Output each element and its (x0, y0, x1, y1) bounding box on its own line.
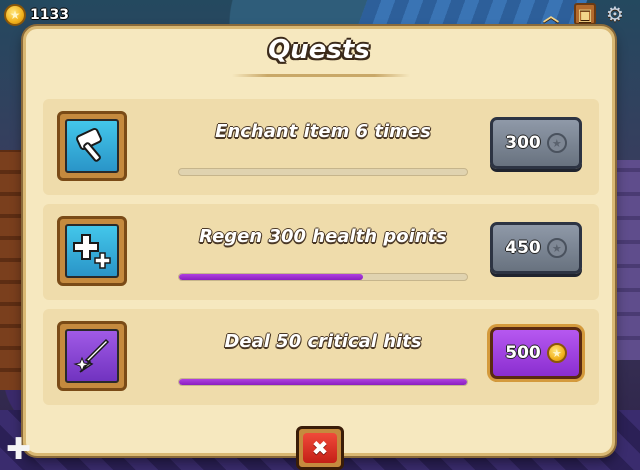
background-wood-right (612, 160, 640, 360)
quest-row: Regen 300 health points 450 ★ (43, 204, 599, 300)
star-coin-icon: ★ (546, 133, 567, 153)
hammer-icon (65, 119, 119, 173)
quest-row: Deal 50 critical hits 500 ★ (43, 309, 599, 405)
quest-icon-frame (57, 216, 127, 286)
quest-icon-frame (57, 321, 127, 391)
quest-description: Enchant item 6 times (215, 121, 431, 142)
coin-count: 1133 (30, 7, 69, 23)
claim-reward-button[interactable]: 500 ★ (490, 327, 582, 379)
close-icon: ✖ (303, 433, 337, 463)
reward-amount: 450 (505, 238, 541, 258)
coin-counter: ★ 1133 (4, 2, 70, 28)
reward-amount: 500 (505, 343, 541, 363)
quest-progress-fill (179, 274, 364, 280)
chest-icon[interactable]: ▣ (574, 3, 596, 25)
quest-progress-bar (178, 168, 468, 176)
title-divider (232, 74, 410, 77)
star-coin-icon: ★ (546, 238, 567, 258)
quest-description: Regen 300 health points (199, 226, 447, 247)
quest-progress-bar (178, 378, 468, 386)
reward-amount: 300 (505, 133, 541, 153)
quests-panel: Quests Enchant item 6 times 300 ★ Regen … (23, 26, 615, 456)
close-button[interactable]: ✖ (296, 426, 344, 470)
star-coin-icon: ★ (546, 343, 567, 363)
quest-row: Enchant item 6 times 300 ★ (43, 99, 599, 195)
plus-icon: ✚ (6, 432, 32, 467)
quest-progress-fill (179, 379, 467, 385)
quest-description: Deal 50 critical hits (224, 331, 422, 352)
health-plus-icon (65, 224, 119, 278)
claim-reward-button[interactable]: 450 ★ (490, 222, 582, 274)
quest-icon-frame (57, 111, 127, 181)
panel-title: Quests (268, 35, 370, 65)
quest-progress-bar (178, 273, 468, 281)
chevron-up-icon[interactable]: ︿ (540, 3, 562, 25)
critical-hit-icon (65, 329, 119, 383)
star-coin-icon: ★ (4, 4, 26, 26)
gear-icon[interactable]: ⚙ (604, 2, 626, 26)
claim-reward-button[interactable]: 300 ★ (490, 117, 582, 169)
